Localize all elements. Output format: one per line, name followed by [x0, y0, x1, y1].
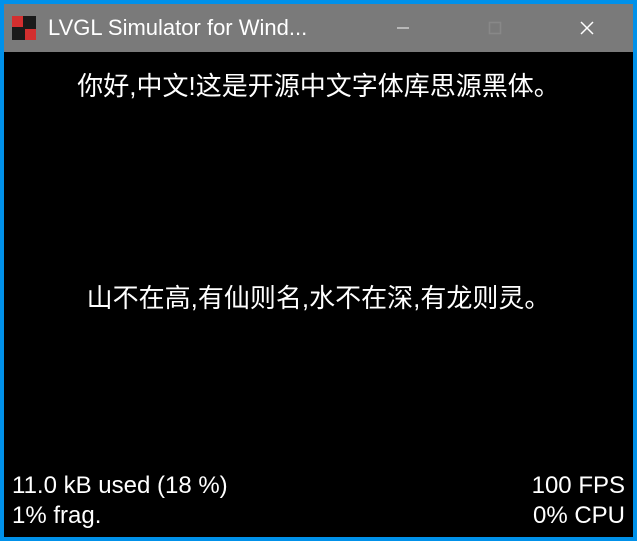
minimize-button[interactable]	[357, 4, 449, 52]
application-window: LVGL Simulator for Wind... 你好,中文!这是开源中文字…	[4, 4, 633, 537]
fragmentation-label: 1% frag.	[12, 501, 228, 531]
maximize-button[interactable]	[449, 4, 541, 52]
window-title: LVGL Simulator for Wind...	[48, 15, 357, 41]
text-label-2: 山不在高,有仙则名,水不在深,有龙则灵。	[4, 278, 633, 315]
performance-monitor: 11.0 kB used (18 %) 1% frag. 100 FPS 0% …	[12, 471, 625, 531]
fps-label: 100 FPS	[532, 471, 625, 501]
app-icon	[12, 16, 36, 40]
memory-stats: 11.0 kB used (18 %) 1% frag.	[12, 471, 228, 531]
cpu-label: 0% CPU	[532, 501, 625, 531]
text-label-1: 你好,中文!这是开源中文字体库思源黑体。	[4, 66, 633, 103]
memory-used-label: 11.0 kB used (18 %)	[12, 471, 228, 501]
render-stats: 100 FPS 0% CPU	[532, 471, 625, 531]
window-controls	[357, 4, 633, 52]
close-button[interactable]	[541, 4, 633, 52]
simulator-viewport: 你好,中文!这是开源中文字体库思源黑体。 山不在高,有仙则名,水不在深,有龙则灵…	[4, 52, 633, 537]
titlebar[interactable]: LVGL Simulator for Wind...	[4, 4, 633, 52]
